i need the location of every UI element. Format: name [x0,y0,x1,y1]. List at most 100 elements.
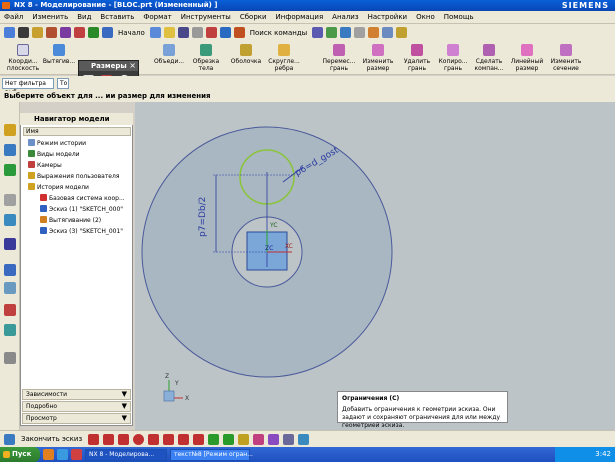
system-materials-icon[interactable] [4,264,16,276]
sketch-drawing[interactable]: p7=Db/2 p6=d_gost YC XC ZC Z Y X [135,102,615,432]
menu-file[interactable]: Файл [4,13,23,21]
tree-item[interactable]: Базовая система коор... [40,193,125,204]
task-nx[interactable]: NX 8 - Моделирова... [85,448,167,461]
roles-icon[interactable] [4,324,16,336]
reuse-library-icon[interactable] [4,194,16,206]
paste-icon[interactable] [149,27,161,38]
move-face-button[interactable]: Перемес... грань [318,44,360,74]
options-icon[interactable] [396,27,408,38]
cut-icon[interactable] [74,27,85,38]
menu-preferences[interactable]: Настройки [368,13,408,21]
assembly-navigator-icon[interactable] [4,124,16,136]
open-icon[interactable] [18,27,29,38]
task-document[interactable]: текст№8 [Режим огран... [170,448,253,461]
unite-button[interactable]: Объеди... [148,44,190,74]
profile-icon[interactable] [88,433,100,445]
start-menu-button[interactable]: Начало [118,29,145,37]
type-filter-select[interactable]: Нет фильтра выб [2,78,54,96]
extend-icon[interactable] [223,433,235,445]
menu-format[interactable]: Формат [143,13,171,21]
panel-preview[interactable]: Просмотр ▼ [22,413,131,424]
delete-icon[interactable] [191,27,203,38]
line-icon[interactable] [103,433,115,445]
selection-icon[interactable] [312,27,324,38]
sketch-settings-icon[interactable] [283,433,295,445]
linear-dimension-button[interactable]: Линейный размер [506,44,548,74]
show-constraints-icon[interactable] [268,433,280,445]
menu-edit[interactable]: Изменить [32,13,68,21]
refresh-icon[interactable] [219,27,231,38]
view-icon[interactable] [340,27,352,38]
polygon-icon[interactable] [178,433,190,445]
edge-blend-button[interactable]: Скругле... ребра [263,44,305,74]
command-finder-button[interactable]: Поиск команды [250,29,307,37]
constraint-navigator-icon[interactable] [4,144,16,156]
fillet-icon[interactable] [148,433,160,445]
system-visualization-icon[interactable] [4,352,16,364]
dimension-icon[interactable] [253,433,265,445]
trim-icon[interactable] [208,433,220,445]
tree-item[interactable]: Виды модели [28,149,80,160]
graphics-window[interactable]: p7=Db/2 p6=d_gost YC XC ZC Z Y X [135,102,615,432]
tree-item[interactable]: История модели [28,182,89,193]
copy-icon[interactable] [88,27,99,38]
process-studio-icon[interactable] [4,282,16,294]
shell-button[interactable]: Оболочка [225,44,267,74]
menu-assemblies[interactable]: Сборки [240,13,267,21]
start-icon[interactable] [102,27,113,38]
new-icon[interactable] [4,27,15,38]
make-component-button[interactable]: Сделать компан... [468,44,510,74]
tree-item[interactable]: Эскиз (3) "SKETCH_001" [40,226,123,237]
start-button[interactable]: Пуск [0,447,40,462]
finish-sketch-icon[interactable] [4,433,15,445]
tree-item-label: История модели [37,184,89,191]
edit-section-button[interactable]: Изменить сечение [545,44,587,74]
folder-icon[interactable] [163,27,175,38]
arc-icon[interactable] [118,433,130,445]
quicklaunch-icon[interactable] [71,449,82,460]
orient-view-icon[interactable] [298,433,310,445]
quicklaunch-icon[interactable] [43,449,54,460]
tree-item[interactable]: Выражения пользователя [28,171,119,182]
web-browser-icon[interactable] [4,214,16,226]
tree-item[interactable]: Камеры [28,160,62,171]
save-icon[interactable] [32,27,43,38]
manufacturing-wizard-icon[interactable] [4,304,16,316]
resize-button[interactable]: Изменить размер [357,44,399,74]
menu-tools[interactable]: Инструменты [181,13,231,21]
extrude-button[interactable]: Вытягив... [38,44,80,74]
menu-help[interactable]: Помощь [444,13,474,21]
panel-details[interactable]: Подробно ▼ [22,401,131,412]
menu-insert[interactable]: Вставить [100,13,134,21]
undo-icon[interactable] [46,27,57,38]
trim-body-button[interactable]: Обрезка тела [185,44,227,74]
panel-dependencies[interactable]: Зависимости ▼ [22,389,131,400]
close-icon[interactable] [205,27,217,38]
selection-scope-select[interactable]: То [57,78,69,89]
circle-icon[interactable] [133,433,145,445]
quicklaunch-icon[interactable] [57,449,68,460]
rectangle-icon[interactable] [163,433,175,445]
tree-item[interactable]: Режим истории [28,138,86,149]
menu-window[interactable]: Окно [416,13,435,21]
analysis-icon[interactable] [368,27,380,38]
finish-sketch-button[interactable]: Закончить эскиз [21,435,82,443]
column-header-name[interactable]: Имя [23,127,131,136]
tree-item[interactable]: Вытягивание (2) [40,215,101,226]
redo-icon[interactable] [60,27,71,38]
command-finder-icon[interactable] [233,27,245,38]
history-icon[interactable] [4,238,16,250]
tree-item[interactable]: Эскиз (1) "SKETCH_000" [40,204,123,215]
layer-icon[interactable] [326,27,338,38]
dimension-p7-label[interactable]: p7=Db/2 [198,197,208,237]
print-icon[interactable] [177,27,189,38]
popup-close-icon[interactable]: × [129,61,136,71]
point-icon[interactable] [193,433,205,445]
menu-view[interactable]: Вид [77,13,91,21]
menu-information[interactable]: Информация [276,13,324,21]
menu-analysis[interactable]: Анализ [332,13,358,21]
grid-icon[interactable] [382,27,394,38]
constraints-icon[interactable] [238,433,250,445]
part-navigator-icon[interactable] [4,164,16,176]
render-icon[interactable] [354,27,366,38]
